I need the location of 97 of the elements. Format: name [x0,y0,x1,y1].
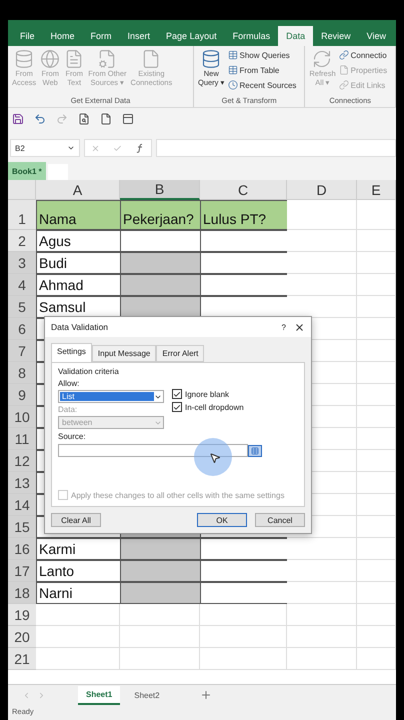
ribbon-button[interactable]: Connectio [338,48,388,62]
ribbon-tab[interactable]: Home [42,26,83,46]
ribbon-tab[interactable]: Form [82,26,120,46]
row-number[interactable]: 10 [8,406,36,428]
row-number[interactable]: 13 [8,472,36,494]
dialog-button[interactable]: OK [197,513,247,527]
dialog-tab[interactable]: Settings [51,343,92,362]
table-cell: Lulus PT? [200,200,288,230]
table-cell: Pekerjaan? [120,200,201,230]
save-icon[interactable] [12,113,24,125]
ribbon-tab[interactable]: File [12,26,43,46]
range-select-button[interactable] [248,444,262,456]
row-number[interactable]: 3 [8,252,36,274]
section-label: Validation criteria [58,367,120,376]
table-cell: Narni [36,582,121,604]
table-cell: Budi [36,252,121,274]
refresh-icon [312,49,332,69]
close-icon[interactable] [294,322,305,332]
checkbox-label: Apply these changes to all other cells with the same settings [71,490,284,500]
source-field[interactable] [58,444,248,457]
checkbox[interactable] [172,402,182,412]
field-label: Source: [58,432,87,441]
table-cell: Samsul [36,296,121,318]
ribbon-tab[interactable]: View [358,26,394,46]
dialog-button[interactable]: Clear All [51,513,101,527]
row-number[interactable]: 11 [8,428,36,450]
column-header[interactable]: D [287,180,357,200]
row-number[interactable]: 1 [8,200,36,230]
cursor-highlight [194,438,232,476]
window-icon[interactable] [122,113,134,125]
row-number[interactable]: 21 [8,648,36,670]
document-icon [338,65,349,75]
dialog-tab[interactable]: Input Message [92,345,156,362]
row-number[interactable]: 18 [8,582,36,604]
row-number[interactable]: 2 [8,230,36,252]
ribbon-tab[interactable]: Page Layout [158,26,225,46]
check-icon[interactable] [112,144,122,152]
ribbon-button[interactable]: Show Queries [228,48,296,62]
checkbox[interactable] [172,389,182,399]
column-header[interactable]: E [357,180,396,200]
sheet-tab[interactable]: Sheet1 [78,686,120,704]
row-number[interactable]: 15 [8,516,36,538]
globe-icon [40,49,60,69]
table-cell: Ahmad [36,274,121,296]
table-cell: Agus [36,230,121,252]
row-number[interactable]: 19 [8,604,36,626]
dialog-title: Data Validation [51,322,110,332]
ribbon-tab[interactable]: Insert [120,26,158,46]
row-number[interactable]: 6 [8,318,36,340]
pointer-icon [209,452,221,464]
new-document-icon[interactable] [100,113,112,125]
link-icon [338,80,349,90]
allow-dropdown[interactable]: List [58,390,164,403]
row-number[interactable]: 20 [8,626,36,648]
dialog-tab[interactable]: Error Alert [156,345,204,362]
database-icon [201,49,222,69]
function-icon[interactable] [134,143,145,153]
row-number[interactable]: 8 [8,362,36,384]
row-number[interactable]: 16 [8,538,36,560]
ribbon-tab[interactable]: Data [278,26,314,46]
caret-icon [67,144,75,152]
field-label: Data: [58,405,78,414]
row-number[interactable]: 4 [8,274,36,296]
row-number[interactable]: 5 [8,296,36,318]
undo-icon[interactable] [34,113,46,125]
sheet-tab[interactable]: Sheet2 [126,686,168,704]
table-icon [228,50,238,60]
ribbon-tab[interactable]: Formulas [224,26,278,46]
clock-icon [228,80,238,90]
name-box[interactable]: B2 [10,139,80,157]
field-label: Allow: [58,379,80,388]
workbook-tab[interactable]: Book1 * [8,162,46,180]
row-number[interactable]: 12 [8,450,36,472]
ribbon-button[interactable]: From Table [228,63,296,77]
checkbox-label: In-cell dropdown [185,402,244,412]
table-icon [228,65,238,75]
formula-field[interactable] [156,139,396,157]
ribbon-button[interactable]: Recent Sources [228,78,296,92]
row-number[interactable]: 17 [8,560,36,582]
row-number[interactable]: 7 [8,340,36,362]
dialog-button[interactable]: Cancel [255,513,305,527]
row-number[interactable]: 9 [8,384,36,406]
table-cell: Lanto [36,560,121,582]
column-header[interactable]: A [36,180,120,200]
link-icon [338,50,349,60]
row-number[interactable]: 14 [8,494,36,516]
ribbon-tab[interactable]: Review [313,26,359,46]
checkbox-label: Ignore blank [185,390,230,398]
database-icon [14,49,34,69]
column-header[interactable]: B [120,180,200,200]
table-cell: Nama [36,200,121,230]
print-preview-icon[interactable] [78,113,90,125]
add-sheet-icon[interactable] [200,689,212,701]
table-icon [251,446,259,454]
table-cell: Karmi [36,538,121,560]
column-header[interactable]: C [200,180,287,200]
help-button[interactable]: ? [282,322,286,332]
